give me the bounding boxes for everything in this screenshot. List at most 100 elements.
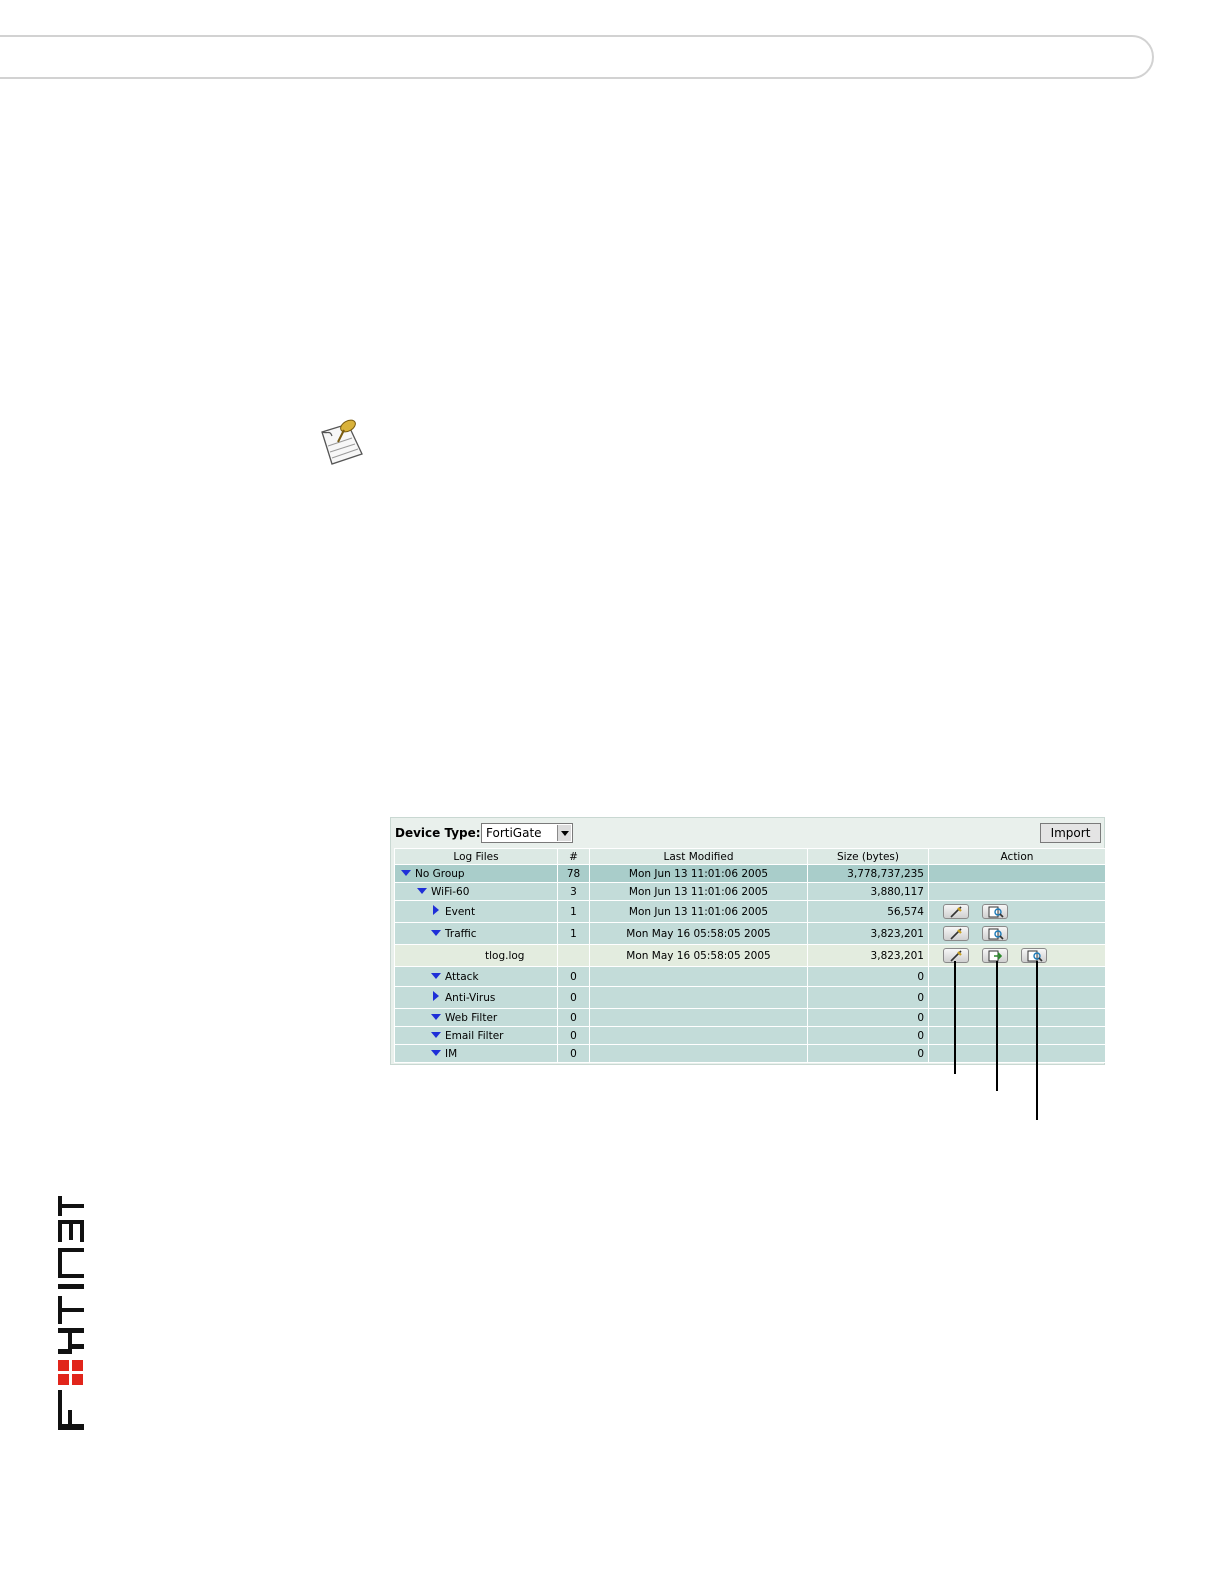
row-count: 0 [557, 1026, 590, 1045]
chevron-down-icon[interactable] [557, 825, 571, 841]
toolbar: Device Type: FortiGate Import [391, 818, 1106, 848]
tree-node-no-group[interactable]: No Group [394, 864, 558, 883]
table-row[interactable]: tlog.log Mon May 16 05:58:05 2005 3,823,… [394, 944, 1106, 967]
row-size: 3,778,737,235 [807, 864, 929, 883]
col-header-action: Action [928, 848, 1106, 865]
convert-icon[interactable] [982, 948, 1008, 963]
table-row[interactable]: Traffic 1 Mon May 16 05:58:05 2005 3,823… [394, 922, 1106, 945]
row-size: 0 [807, 1026, 929, 1045]
note-pin-icon [321, 419, 363, 465]
import-button[interactable]: Import [1040, 823, 1101, 843]
expand-down-icon[interactable] [417, 887, 427, 894]
table-row[interactable]: IM 0 0 [394, 1044, 1106, 1063]
expand-down-icon[interactable] [431, 1049, 441, 1056]
tree-node-wifi-60[interactable]: WiFi-60 [394, 882, 558, 901]
row-name: Anti-Virus [445, 992, 496, 1004]
tree-node-attack[interactable]: Attack [394, 966, 558, 987]
row-size: 0 [807, 986, 929, 1009]
tree-node-web-filter[interactable]: Web Filter [394, 1008, 558, 1027]
row-modified: Mon Jun 13 11:01:06 2005 [589, 864, 808, 883]
row-actions [928, 882, 1106, 901]
row-actions [928, 864, 1106, 883]
edit-icon[interactable] [943, 926, 969, 941]
callout-line-convert [996, 961, 998, 1091]
row-modified [589, 986, 808, 1009]
row-count: 0 [557, 966, 590, 987]
row-count: 3 [557, 882, 590, 901]
row-size: 3,823,201 [807, 922, 929, 945]
table-row[interactable]: WiFi-60 3 Mon Jun 13 11:01:06 2005 3,880… [394, 882, 1106, 901]
row-actions [928, 900, 1106, 923]
view-icon[interactable] [982, 926, 1008, 941]
row-name: Web Filter [445, 1011, 498, 1024]
expand-down-icon[interactable] [431, 1031, 441, 1038]
row-modified: Mon Jun 13 11:01:06 2005 [589, 900, 808, 923]
row-count: 1 [557, 922, 590, 945]
table-row[interactable]: Attack 0 0 [394, 966, 1106, 987]
row-size: 56,574 [807, 900, 929, 923]
edit-icon[interactable] [943, 948, 969, 963]
device-type-label: Device Type: [395, 826, 481, 840]
row-modified: Mon Jun 13 11:01:06 2005 [589, 882, 808, 901]
col-header-size: Size (bytes) [807, 848, 929, 865]
table-row[interactable]: Event 1 Mon Jun 13 11:01:06 2005 56,574 [394, 900, 1106, 923]
row-count: 0 [557, 986, 590, 1009]
tree-node-tlog[interactable]: tlog.log [394, 944, 558, 967]
tree-node-anti-virus[interactable]: Anti-Virus [394, 986, 558, 1009]
row-name: IM [445, 1047, 458, 1060]
row-actions [928, 922, 1106, 945]
table-row[interactable]: Email Filter 0 0 [394, 1026, 1106, 1045]
edit-icon[interactable] [943, 904, 969, 919]
fortinet-logo: ™ [58, 1192, 84, 1430]
table-row[interactable]: Anti-Virus 0 0 [394, 986, 1106, 1009]
device-type-value: FortiGate [486, 826, 542, 840]
row-size: 0 [807, 1044, 929, 1063]
col-header-last-modified: Last Modified [589, 848, 808, 865]
view-icon[interactable] [1021, 948, 1047, 963]
collapse-right-icon[interactable] [433, 991, 439, 1001]
row-count: 1 [557, 900, 590, 923]
col-header-log-files: Log Files [394, 848, 558, 865]
row-name: Event [445, 906, 476, 918]
expand-down-icon[interactable] [401, 869, 411, 876]
expand-down-icon[interactable] [431, 972, 441, 979]
view-icon[interactable] [982, 904, 1008, 919]
row-name: Email Filter [445, 1029, 504, 1042]
row-modified [589, 966, 808, 987]
row-name: Traffic [445, 927, 477, 940]
log-files-table: Log Files # Last Modified Size (bytes) A… [394, 848, 1106, 1063]
tree-node-email-filter[interactable]: Email Filter [394, 1026, 558, 1045]
row-count: 0 [557, 1008, 590, 1027]
row-modified [589, 1008, 808, 1027]
row-modified [589, 1026, 808, 1045]
callout-line-edit [954, 961, 956, 1074]
row-name: tlog.log [485, 949, 525, 962]
row-modified: Mon May 16 05:58:05 2005 [589, 944, 808, 967]
row-modified [589, 1044, 808, 1063]
row-count: 78 [557, 864, 590, 883]
row-size: 0 [807, 966, 929, 987]
expand-down-icon[interactable] [431, 929, 441, 936]
tree-node-event[interactable]: Event [394, 900, 558, 923]
collapse-right-icon[interactable] [433, 905, 439, 915]
row-count: 0 [557, 1044, 590, 1063]
col-header-count: # [557, 848, 590, 865]
row-name: No Group [415, 867, 465, 880]
callout-line-view [1036, 961, 1038, 1120]
row-modified: Mon May 16 05:58:05 2005 [589, 922, 808, 945]
table-row[interactable]: Web Filter 0 0 [394, 1008, 1106, 1027]
row-size: 3,880,117 [807, 882, 929, 901]
tree-node-traffic[interactable]: Traffic [394, 922, 558, 945]
row-name: WiFi-60 [431, 885, 470, 898]
svg-text:™: ™ [78, 1192, 82, 1193]
tree-node-im[interactable]: IM [394, 1044, 558, 1063]
row-size: 3,823,201 [807, 944, 929, 967]
table-header-row: Log Files # Last Modified Size (bytes) A… [394, 848, 1106, 865]
table-row[interactable]: No Group 78 Mon Jun 13 11:01:06 2005 3,7… [394, 864, 1106, 883]
header-bar [0, 35, 1154, 79]
row-size: 0 [807, 1008, 929, 1027]
expand-down-icon[interactable] [431, 1013, 441, 1020]
row-count [557, 944, 590, 967]
row-name: Attack [445, 970, 479, 983]
device-type-select[interactable]: FortiGate [481, 823, 573, 843]
